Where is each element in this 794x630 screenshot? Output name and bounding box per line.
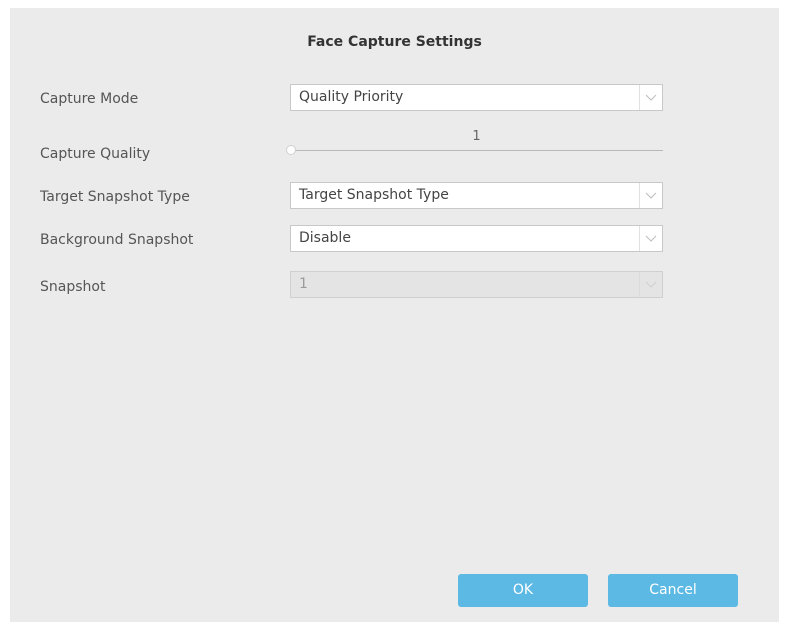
capture-quality-label: Capture Quality <box>40 146 151 162</box>
background-snapshot-value: Disable <box>299 230 351 246</box>
chevron-down-icon <box>639 272 662 297</box>
capture-quality-value: 1 <box>472 129 481 144</box>
chevron-down-icon <box>639 183 662 208</box>
cancel-button[interactable]: Cancel <box>608 574 738 607</box>
capture-mode-select[interactable]: Quality Priority <box>290 84 663 111</box>
capture-mode-label: Capture Mode <box>40 91 139 107</box>
face-capture-settings-dialog: Face Capture Settings Capture Mode Quali… <box>10 8 779 622</box>
target-snapshot-type-select[interactable]: Target Snapshot Type <box>290 182 663 209</box>
background-snapshot-label: Background Snapshot <box>40 232 194 248</box>
capture-quality-slider-thumb[interactable] <box>286 145 296 155</box>
target-snapshot-type-value: Target Snapshot Type <box>299 187 449 203</box>
snapshot-select: 1 <box>290 271 663 298</box>
ok-button[interactable]: OK <box>458 574 588 607</box>
snapshot-label: Snapshot <box>40 279 106 295</box>
target-snapshot-type-label: Target Snapshot Type <box>40 189 190 205</box>
dialog-title: Face Capture Settings <box>307 34 482 50</box>
chevron-down-icon <box>639 226 662 251</box>
chevron-down-icon <box>639 85 662 110</box>
snapshot-value: 1 <box>299 276 308 292</box>
capture-mode-value: Quality Priority <box>299 89 404 105</box>
capture-quality-slider-track[interactable] <box>290 150 663 151</box>
background-snapshot-select[interactable]: Disable <box>290 225 663 252</box>
